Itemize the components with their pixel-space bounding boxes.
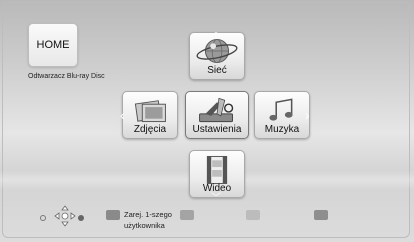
photos-label: Zdjęcia <box>133 124 167 135</box>
player-name: Odtwarzacz Blu-ray Disc <box>28 73 105 80</box>
network-label: Sieć <box>207 65 227 76</box>
settings-tile[interactable]: Ustawienia <box>185 91 249 139</box>
blue-button[interactable] <box>314 210 328 220</box>
home-label: HOME <box>36 39 70 51</box>
dpad-icon <box>54 205 76 227</box>
home-tile: HOME <box>28 23 78 67</box>
network-tile[interactable]: Sieć <box>189 32 245 80</box>
photos-tile[interactable]: Zdjęcia <box>122 91 178 139</box>
red-label-line2: użytkownika <box>124 221 165 230</box>
red-button-label: Zarej. 1-szego użytkownika <box>124 209 172 231</box>
ok-dot-icon <box>78 215 84 221</box>
settings-label: Ustawienia <box>192 124 242 135</box>
red-button[interactable] <box>106 210 120 220</box>
globe-icon <box>196 38 238 64</box>
film-strip-icon <box>206 155 228 184</box>
yellow-button[interactable] <box>246 210 260 220</box>
music-label: Muzyka <box>264 124 300 135</box>
music-note-icon <box>269 98 293 121</box>
tools-icon <box>199 97 234 123</box>
music-tile[interactable]: Muzyka <box>254 91 310 139</box>
video-tile[interactable]: Wideo <box>189 150 245 198</box>
left-arrow-icon: ‹ <box>120 107 125 123</box>
up-arrow-icon: ︿ <box>211 27 221 38</box>
photos-icon <box>134 100 166 123</box>
right-arrow-icon: › <box>305 107 310 123</box>
down-arrow-icon: ﹀ <box>211 193 221 204</box>
red-label-line1: Zarej. 1-szego <box>124 210 172 219</box>
green-button[interactable] <box>180 210 194 220</box>
return-circle-icon <box>40 215 46 221</box>
